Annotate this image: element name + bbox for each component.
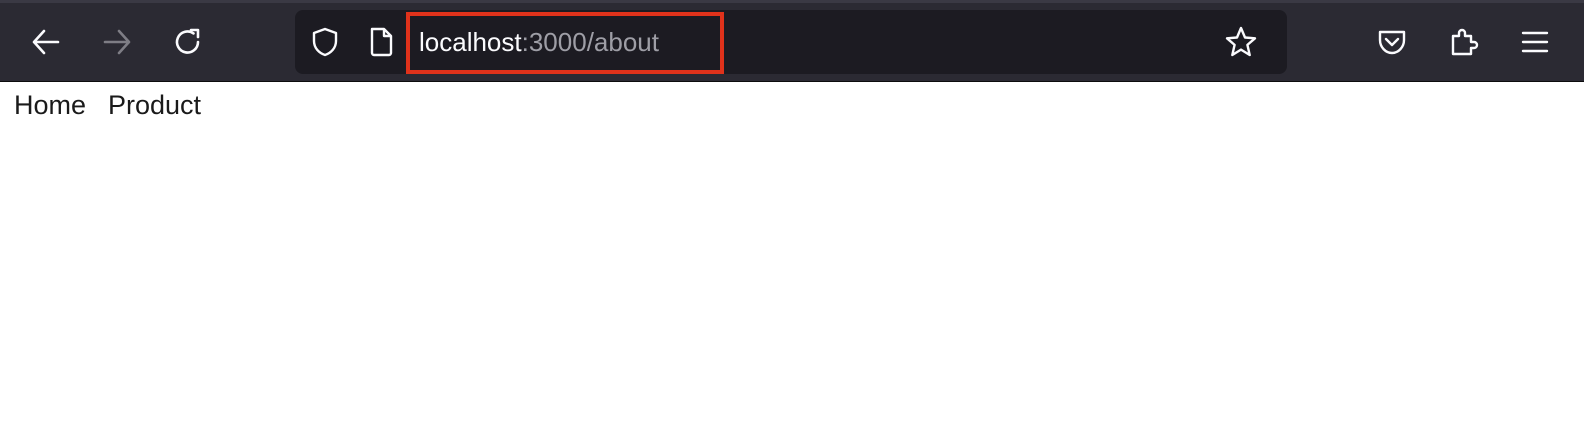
star-icon: [1225, 26, 1257, 57]
url-bar[interactable]: localhost:3000/about: [295, 10, 1287, 74]
site-info-button[interactable]: [363, 24, 399, 60]
puzzle-icon: [1451, 28, 1479, 56]
hamburger-menu-icon: [1521, 31, 1549, 53]
reload-button[interactable]: [164, 18, 212, 66]
bookmark-button[interactable]: [1223, 24, 1259, 60]
nav-link-product[interactable]: Product: [108, 88, 201, 122]
nav-link-home[interactable]: Home: [14, 88, 86, 122]
reload-icon: [175, 28, 200, 54]
page-icon: [370, 27, 393, 57]
arrow-left-icon: [32, 29, 60, 55]
forward-button[interactable]: [93, 18, 141, 66]
arrow-right-icon: [103, 29, 131, 55]
back-button[interactable]: [22, 18, 70, 66]
url-text[interactable]: localhost:3000/about: [419, 24, 659, 60]
pocket-button[interactable]: [1368, 18, 1416, 66]
url-path: :3000/about: [521, 27, 659, 57]
shield-icon: [312, 27, 338, 57]
url-host: localhost: [419, 27, 522, 57]
browser-toolbar: localhost:3000/about: [0, 0, 1584, 82]
menu-button[interactable]: [1511, 18, 1559, 66]
extensions-button[interactable]: [1440, 18, 1488, 66]
tracking-protection-button[interactable]: [307, 24, 343, 60]
pocket-icon: [1378, 30, 1406, 55]
page-content: Home Product: [0, 83, 1584, 438]
toolbar-top-border: [0, 0, 1584, 3]
